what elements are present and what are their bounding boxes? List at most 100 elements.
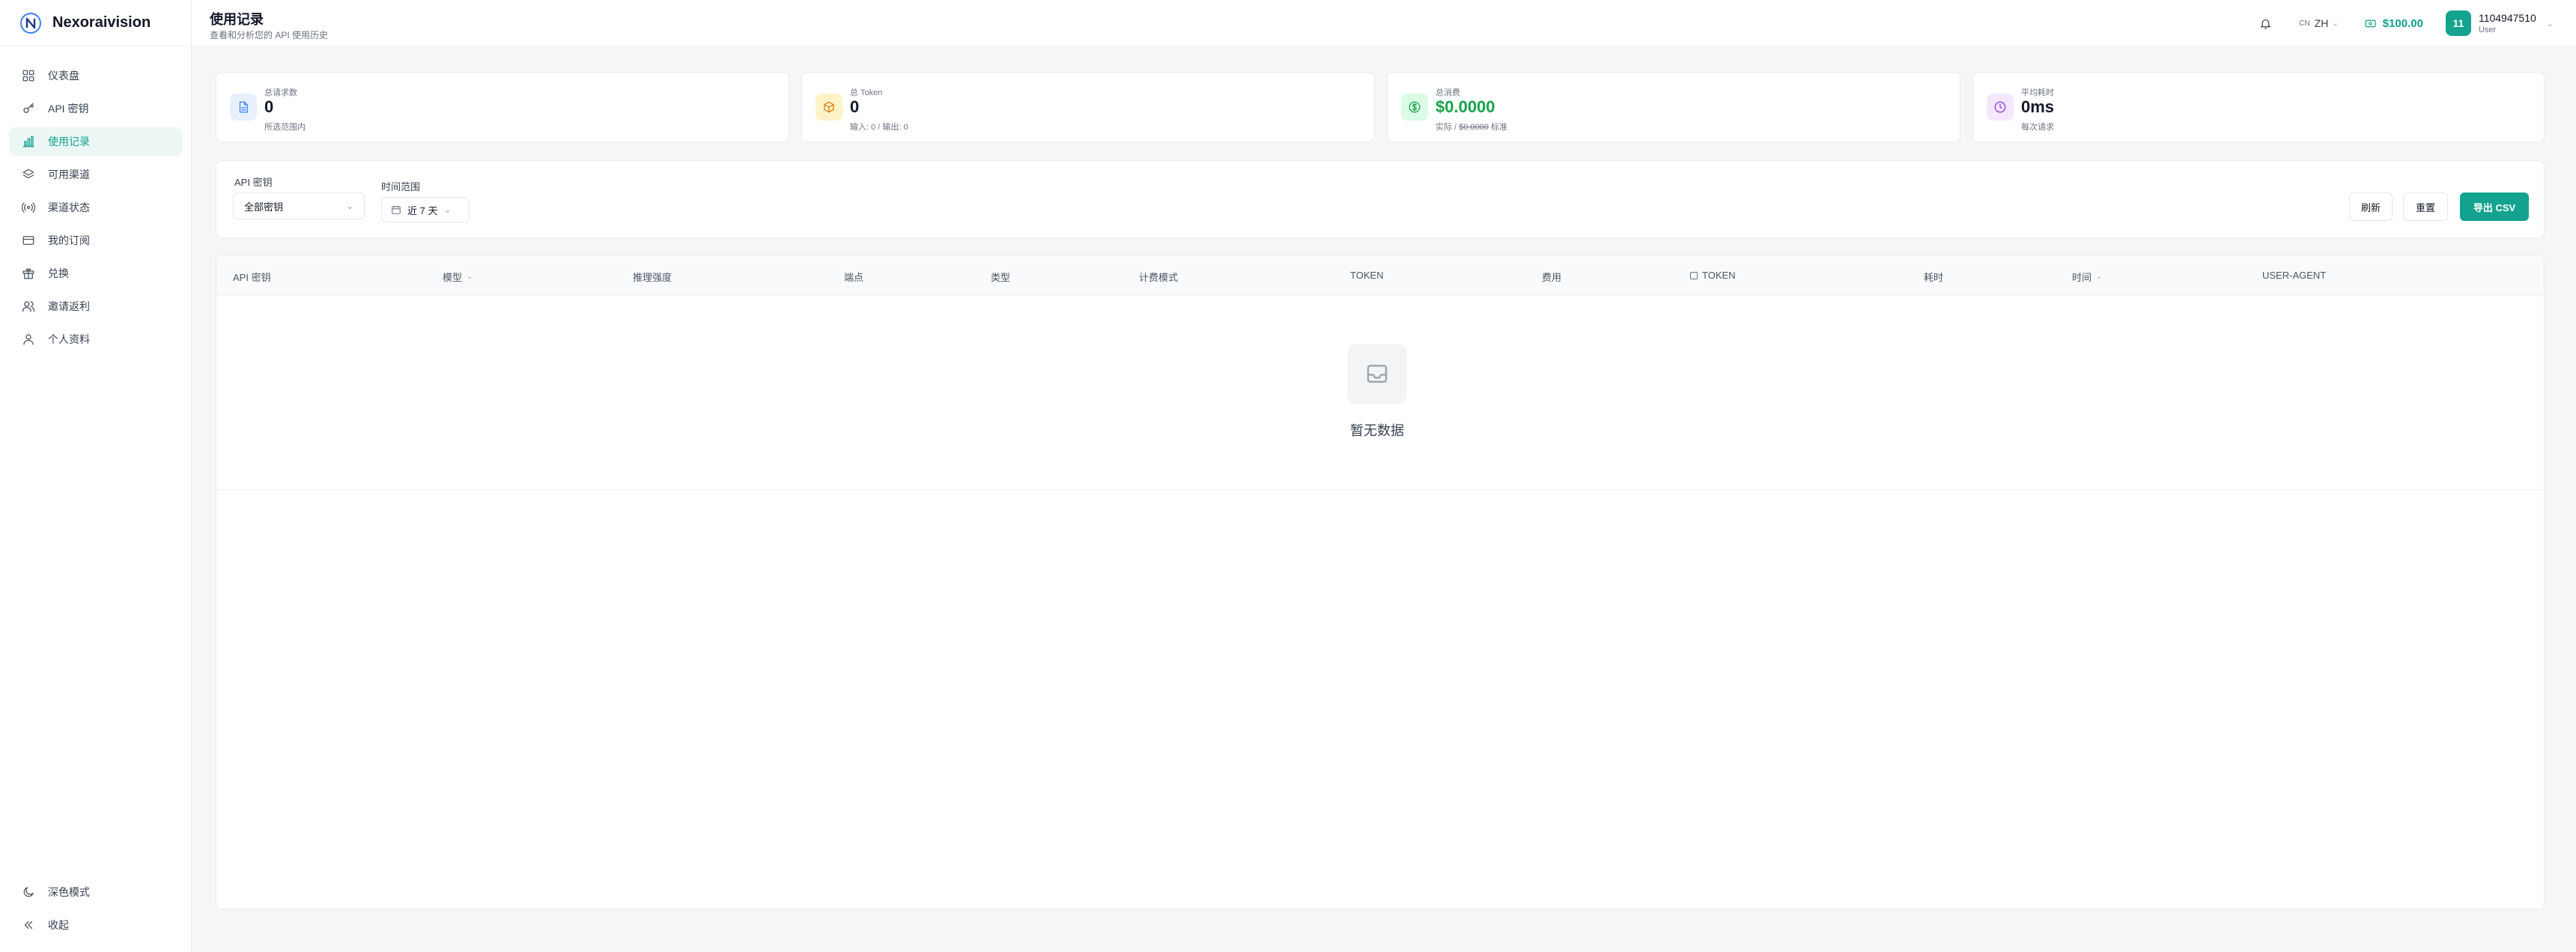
bar-chart-icon [21,134,36,149]
inbox-icon [1347,344,1407,404]
logo-icon [19,12,42,34]
chevron-down-icon: ⌄ [345,201,353,211]
api-key-select-value: 全部密钥 [244,201,284,213]
sidebar-item-label: 邀请返利 [48,300,90,312]
page-title: 使用记录 [210,12,264,27]
signal-icon [21,200,36,215]
sidebar-item-profile[interactable]: 个人资料 [9,325,183,354]
sidebar-item-dashboard[interactable]: 仪表盘 [9,61,183,90]
key-icon [21,101,36,116]
stat-value: $0.0000 [1436,97,1495,116]
brand-name: Nexoraivision [52,14,151,31]
user-menu[interactable]: 11 1104947510 User ⌄ [2445,10,2554,36]
brand[interactable]: Nexoraivision [0,0,191,46]
col-model[interactable]: 模型 ⌄ [443,270,473,284]
sidebar-item-label: 深色模式 [48,886,90,898]
sort-icon[interactable]: ⌄ [2096,273,2102,281]
stat-subtext: 实际 / $0.0000 标准 [1436,121,1507,133]
table-icon [1690,271,1698,279]
time-range-label: 时间范围 [381,181,421,192]
col-endpoint: 端点 [844,272,864,283]
table-header: API 密钥 模型 ⌄ 推理强度 端点 类型 计费模式 TOKEN 费用 TOKE… [216,255,2544,296]
sidebar-item-channels[interactable]: 可用渠道 [9,160,183,189]
stat-card-total-cost: 总消费 $0.0000 实际 / $0.0000 标准 [1387,72,1960,142]
col-time[interactable]: 时间 ⌄ [2072,270,2102,284]
chevron-down-icon: ⌄ [443,204,452,215]
sidebar-item-label: 我的订阅 [48,234,90,246]
api-key-select[interactable]: 全部密钥 ⌄ [233,192,365,219]
sidebar-item-label: 收起 [48,919,69,931]
col-model-label: 模型 [443,272,463,283]
sidebar-item-label: 使用记录 [48,136,90,148]
stat-value: 0ms [2021,97,2055,116]
stat-subtext-suffix: 标准 [1488,123,1507,132]
stat-card-total-requests: 总请求数 0 所选范围内 [216,72,789,142]
empty-state-text: 暂无数据 [1350,423,1404,438]
stat-label: 总消费 [1436,88,1460,97]
header: 使用记录 查看和分析您的 API 使用历史 CN ZH ⌄ $100.00 11… [192,0,2576,46]
bell-icon [2260,19,2271,28]
sidebar-item-subscriptions[interactable]: 我的订阅 [9,226,183,255]
api-key-filter-label: API 密钥 [234,177,273,188]
sidebar-item-label: 渠道状态 [48,201,90,213]
collapse-sidebar-button[interactable]: 收起 [9,911,183,939]
sidebar-nav: 仪表盘 API 密钥 使用记录 可用渠道 渠道状态 我的订阅 兑换 邀请返利 个… [9,61,183,358]
stat-value: 0 [850,97,860,116]
sidebar-item-usage[interactable]: 使用记录 [9,127,183,156]
wallet-icon [2365,19,2376,27]
col-cache-token-label: TOKEN [1702,270,1736,281]
user-info: 1104947510 User [2479,12,2536,34]
credit-card-icon [21,233,36,248]
export-csv-button[interactable]: 导出 CSV [2460,192,2529,221]
balance-amount: $100.00 [2382,16,2423,30]
clock-icon [1987,94,2014,121]
stat-label: 平均耗时 [2021,88,2054,97]
stat-card-total-tokens: 总 Token 0 输入: 0 / 输出: 0 [801,72,1375,142]
sidebar-item-api-keys[interactable]: API 密钥 [9,94,183,123]
dark-mode-toggle[interactable]: 深色模式 [9,878,183,906]
balance-button[interactable]: $100.00 [2364,17,2423,30]
sidebar-item-label: 个人资料 [48,333,90,345]
flag-label: CN [2299,19,2310,28]
sidebar-item-referral[interactable]: 邀请返利 [9,292,183,321]
sidebar-item-channel-status[interactable]: 渠道状态 [9,193,183,222]
reset-button[interactable]: 重置 [2403,192,2448,221]
stat-subtext: 所选范围内 [264,123,306,132]
col-api-key: API 密钥 [233,272,271,283]
calendar-icon [392,205,401,214]
chevron-down-icon: ⌄ [2546,19,2554,28]
divider [216,489,2544,490]
stat-subtext: 每次请求 [2021,123,2054,132]
notification-button[interactable] [2257,15,2273,31]
grid-icon [21,68,36,83]
sidebar-item-label: 可用渠道 [48,169,90,181]
col-time-label: 时间 [2072,272,2092,283]
col-cost: 费用 [1542,272,1562,283]
stat-label: 总请求数 [264,88,297,97]
sort-icon[interactable]: ⌄ [467,273,473,281]
dollar-icon [1401,94,1428,121]
user-icon [21,332,36,347]
time-range-select[interactable]: 近 7 天 ⌄ [381,197,470,222]
filter-bar: API 密钥 全部密钥 ⌄ 时间范围 近 7 天 ⌄ 刷新 重置 导出 CSV [216,160,2545,238]
refresh-button[interactable]: 刷新 [2349,192,2393,221]
language-selector[interactable]: CN ZH ⌄ [2299,17,2339,29]
time-range-value: 近 7 天 [407,204,438,216]
document-icon [230,94,257,121]
stat-value: 0 [264,97,274,116]
sidebar-item-label: 兑换 [48,267,69,279]
col-type: 类型 [991,272,1011,283]
stat-subtext-prefix: 实际 / [1436,123,1459,132]
col-user-agent: USER-AGENT [2262,270,2327,281]
language-label: ZH [2314,17,2329,29]
col-latency: 耗时 [1924,272,1944,283]
stat-card-avg-latency: 平均耗时 0ms 每次请求 [1972,72,2545,142]
stat-label: 总 Token [850,88,883,97]
stat-subtext: 输入: 0 / 输出: 0 [850,123,908,132]
sidebar: Nexoraivision 仪表盘 API 密钥 使用记录 可用渠道 渠道状态 … [0,0,192,952]
usage-table: API 密钥 模型 ⌄ 推理强度 端点 类型 计费模式 TOKEN 费用 TOKE… [216,255,2545,909]
gift-icon [21,266,36,281]
col-reasoning: 推理强度 [633,272,672,283]
sidebar-item-redeem[interactable]: 兑换 [9,259,183,288]
collapse-icon [21,918,36,933]
